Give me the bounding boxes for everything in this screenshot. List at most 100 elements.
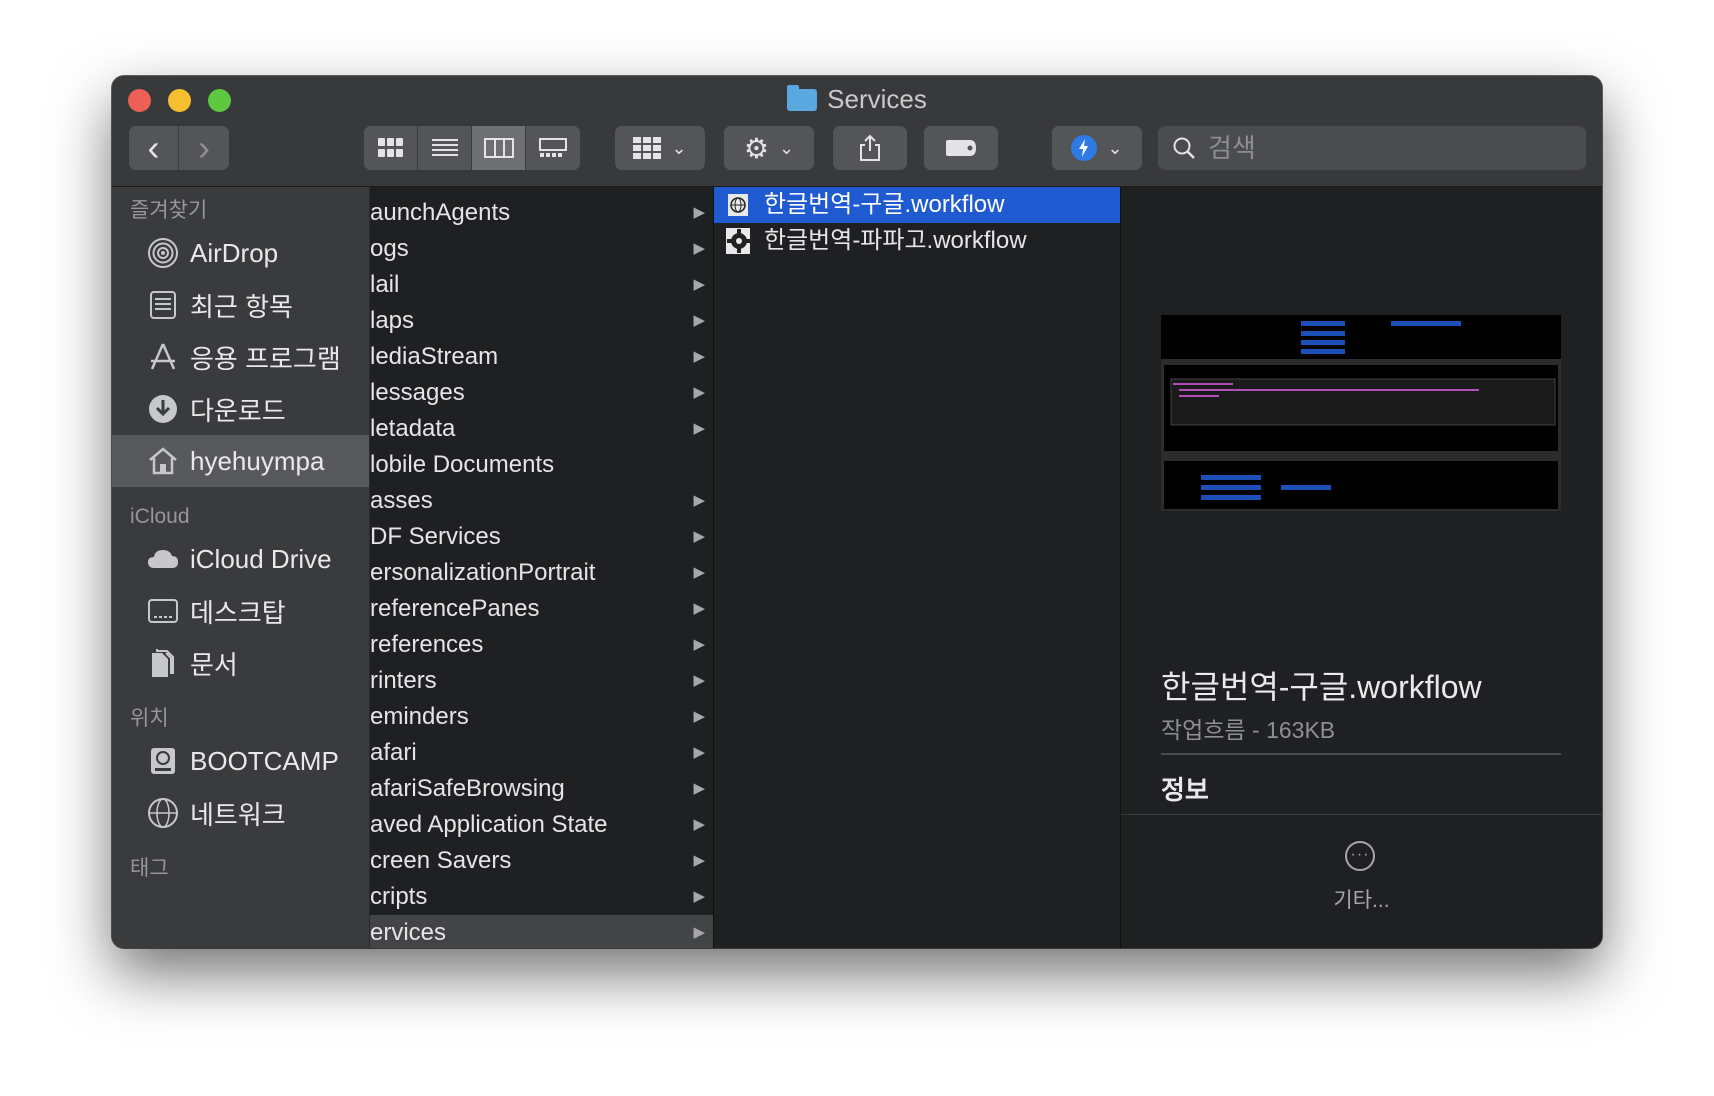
folder-row[interactable]: afari ▶ bbox=[370, 735, 713, 771]
folder-row[interactable]: eminders ▶ bbox=[370, 699, 713, 735]
folder-row[interactable]: rinters ▶ bbox=[370, 663, 713, 699]
search-field[interactable] bbox=[1158, 126, 1586, 170]
disclosure-arrow-icon: ▶ bbox=[693, 600, 705, 617]
sidebar-item-airdrop[interactable]: AirDrop bbox=[112, 227, 369, 279]
search-input[interactable] bbox=[1206, 131, 1550, 165]
chevron-left-icon: ‹ bbox=[147, 127, 160, 168]
folder-row[interactable]: creen Savers ▶ bbox=[370, 843, 713, 879]
disclosure-arrow-icon: ▶ bbox=[693, 276, 705, 293]
folder-name: cripts bbox=[370, 883, 428, 910]
folder-row[interactable]: aved Application State ▶ bbox=[370, 807, 713, 843]
disclosure-arrow-icon: ▶ bbox=[693, 924, 705, 941]
more-button-label[interactable]: 기타... bbox=[1121, 884, 1602, 914]
sidebar-item-label: 데스크탑 bbox=[190, 597, 286, 628]
sidebar-item-label: 최근 항목 bbox=[190, 291, 293, 322]
folder-row[interactable]: ervices ▶ bbox=[370, 915, 713, 948]
folder-name: referencePanes bbox=[370, 595, 540, 622]
sidebar-item-label: 응용 프로그램 bbox=[190, 343, 341, 374]
column-view-button[interactable] bbox=[472, 126, 526, 170]
quick-action-icon bbox=[1071, 135, 1098, 161]
folder-row[interactable]: DF Services ▶ bbox=[370, 519, 713, 555]
folder-row[interactable]: cripts ▶ bbox=[370, 879, 713, 915]
folder-name: lobile Documents bbox=[370, 451, 555, 478]
folder-row[interactable]: lobile Documents bbox=[370, 447, 713, 483]
folder-row[interactable]: asses ▶ bbox=[370, 483, 713, 519]
folder-icon bbox=[787, 85, 818, 111]
toolbar: Services ‹ › ⌄ ⚙ ⌄ ⌄ 검색 bbox=[112, 76, 1602, 187]
folder-row[interactable]: aunchAgents ▶ bbox=[370, 195, 713, 231]
sidebar-item-label: 다운로드 bbox=[190, 395, 286, 426]
sidebar-header-tags: 태그 bbox=[130, 857, 169, 880]
chevron-down-icon: ⌄ bbox=[1107, 137, 1123, 158]
file-row-papago-workflow[interactable]: 한글번역-파파고.workflow bbox=[714, 223, 1120, 259]
finder-window: Services ‹ › ⌄ ⚙ ⌄ ⌄ 검색 즐겨찾기 AirDrop 최근 … bbox=[112, 76, 1602, 948]
folder-row[interactable]: afariSafeBrowsing ▶ bbox=[370, 771, 713, 807]
file-name: 한글번역-파파고.workflow bbox=[764, 227, 1027, 254]
sidebar-item-home[interactable]: hyehuympa bbox=[112, 435, 369, 487]
folder-row[interactable]: ersonalizationPortrait ▶ bbox=[370, 555, 713, 591]
sidebar-item-label: BOOTCAMP bbox=[190, 745, 339, 776]
disclosure-arrow-icon: ▶ bbox=[693, 564, 705, 581]
workflow-gear-icon bbox=[726, 228, 750, 254]
folder-name: ervices bbox=[370, 919, 447, 946]
sidebar-item-bootcamp[interactable]: BOOTCAMP bbox=[112, 735, 369, 787]
chevron-down-icon: ⌄ bbox=[671, 137, 687, 158]
back-button[interactable]: ‹ bbox=[129, 126, 179, 170]
quick-action-button[interactable]: ⌄ bbox=[1052, 126, 1142, 170]
tag-icon bbox=[946, 140, 976, 156]
sidebar-item-icloud-drive[interactable]: iCloud Drive bbox=[112, 533, 369, 585]
group-button[interactable]: ⌄ bbox=[615, 126, 705, 170]
disclosure-arrow-icon: ▶ bbox=[693, 240, 705, 257]
sidebar-item-recents[interactable]: 최근 항목 bbox=[112, 279, 369, 331]
more-icon[interactable]: ··· bbox=[1345, 841, 1375, 871]
disclosure-arrow-icon: ▶ bbox=[693, 672, 705, 689]
view-mode-control bbox=[364, 126, 580, 170]
folder-name: afariSafeBrowsing bbox=[370, 775, 565, 802]
gallery-view-button[interactable] bbox=[526, 126, 580, 170]
chevron-down-icon: ⌄ bbox=[779, 137, 795, 158]
sidebar-item-label: 문서 bbox=[190, 649, 238, 680]
disclosure-arrow-icon: ▶ bbox=[693, 708, 705, 725]
folder-row[interactable]: lessages ▶ bbox=[370, 375, 713, 411]
disk-icon bbox=[146, 744, 180, 778]
services-column: 한글번역-구글.workflow 한글번역-파파고.workflow bbox=[714, 187, 1121, 948]
folder-name: eminders bbox=[370, 703, 469, 730]
disclosure-arrow-icon: ▶ bbox=[693, 636, 705, 653]
folder-row[interactable]: lail ▶ bbox=[370, 267, 713, 303]
sidebar-item-network[interactable]: 네트워크 bbox=[112, 787, 369, 839]
share-button[interactable] bbox=[833, 126, 907, 170]
gallery-icon bbox=[539, 138, 567, 157]
folder-row[interactable]: lediaStream ▶ bbox=[370, 339, 713, 375]
preview-kind-size: 작업흐름 - 163KB bbox=[1161, 717, 1336, 743]
list-icon bbox=[431, 139, 458, 156]
applications-icon bbox=[146, 340, 180, 374]
folder-row[interactable]: letadata ▶ bbox=[370, 411, 713, 447]
folder-name: references bbox=[370, 631, 484, 658]
folder-row[interactable]: laps ▶ bbox=[370, 303, 713, 339]
disclosure-arrow-icon: ▶ bbox=[693, 780, 705, 797]
preview-filename: 한글번역-구글.workflow bbox=[1161, 669, 1482, 705]
disclosure-arrow-icon: ▶ bbox=[693, 744, 705, 761]
sidebar-item-desktop[interactable]: 데스크탑 bbox=[112, 585, 369, 637]
workflow-globe-icon bbox=[726, 193, 750, 217]
folder-row[interactable]: referencePanes ▶ bbox=[370, 591, 713, 627]
documents-icon bbox=[146, 646, 180, 680]
file-row-google-workflow[interactable]: 한글번역-구글.workflow bbox=[714, 187, 1120, 223]
sidebar-item-downloads[interactable]: 다운로드 bbox=[112, 383, 369, 435]
tag-button[interactable] bbox=[924, 126, 998, 170]
action-button[interactable]: ⚙ ⌄ bbox=[724, 126, 814, 170]
sidebar-item-documents[interactable]: 문서 bbox=[112, 637, 369, 689]
file-name: 한글번역-구글.workflow bbox=[764, 191, 1005, 218]
sidebar-item-applications[interactable]: 응용 프로그램 bbox=[112, 331, 369, 383]
folder-name: laps bbox=[370, 307, 415, 334]
group-grid-icon bbox=[633, 137, 662, 159]
search-icon bbox=[1173, 137, 1195, 159]
forward-button[interactable]: › bbox=[179, 126, 229, 170]
icon-view-button[interactable] bbox=[364, 126, 418, 170]
list-view-button[interactable] bbox=[418, 126, 472, 170]
folder-row[interactable]: references ▶ bbox=[370, 627, 713, 663]
folder-name: rinters bbox=[370, 667, 437, 694]
folder-row[interactable]: ogs ▶ bbox=[370, 231, 713, 267]
grid-icon bbox=[377, 138, 403, 157]
disclosure-arrow-icon: ▶ bbox=[693, 312, 705, 329]
